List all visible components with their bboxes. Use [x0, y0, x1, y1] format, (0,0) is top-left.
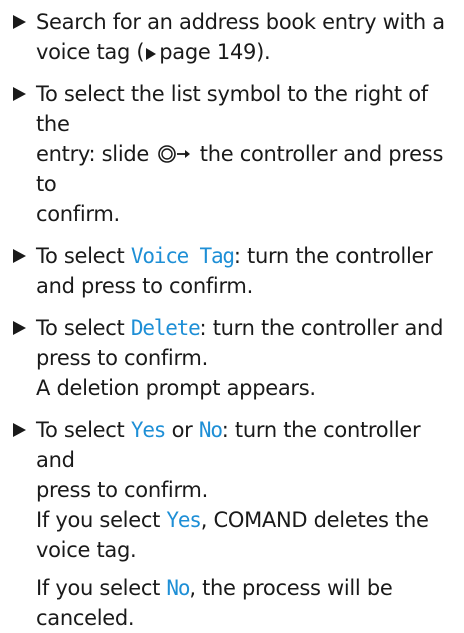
step-4-line-2: press to confirm.	[36, 346, 208, 370]
step-3-line-2: and press to confirm.	[36, 274, 253, 298]
step-1-text-pre: voice tag (	[36, 40, 145, 64]
step-4-text-pre: To select	[36, 316, 125, 340]
voice-tag-menu-item: Voice Tag	[130, 244, 235, 268]
step-5-no-paragraph: If you select No, the process will be ca…	[36, 573, 452, 633]
instruction-page: Search for an address book entry with a …	[0, 0, 464, 630]
step-1-line-2: voice tag ( page 149).	[36, 37, 452, 67]
step-search-entry: Search for an address book entry with a …	[12, 7, 452, 67]
step-5-line-3: If you select Yes, COMAND deletes the	[36, 505, 452, 535]
step-2-text-pre: entry: slide	[36, 142, 150, 166]
step-5-yes-post: , COMAND deletes the	[200, 508, 429, 532]
yes-option: Yes	[130, 418, 167, 442]
step-1-text-post: ).	[256, 40, 271, 64]
step-5-line-4: voice tag.	[36, 538, 137, 562]
step-2-line-1: To select the list symbol to the right o…	[36, 82, 428, 136]
page-reference-arrow-icon	[146, 48, 157, 60]
triangle-bullet-icon	[13, 15, 26, 29]
step-select-list-symbol: To select the list symbol to the right o…	[12, 79, 452, 229]
yes-option-ref: Yes	[166, 508, 202, 532]
step-5-text-pre: To select	[36, 418, 125, 442]
step-1-line-1: Search for an address book entry with a	[36, 10, 445, 34]
triangle-bullet-icon	[13, 87, 26, 101]
step-5-no-pre: If you select	[36, 576, 161, 600]
step-select-yes-no: To select Yes or No: turn the controller…	[12, 415, 452, 633]
step-5-no-line-1: If you select No, the process will be	[36, 573, 452, 603]
page-reference-link[interactable]: page 149	[159, 40, 256, 64]
step-4-result: A deletion prompt appears.	[36, 376, 316, 400]
step-2-line-2: entry: slide the controller and press to	[36, 139, 452, 199]
step-3-text-post: : turn the controller	[233, 244, 433, 268]
step-select-delete: To select Delete: turn the controller an…	[12, 313, 452, 403]
step-5-yes-pre: If you select	[36, 508, 161, 532]
no-option: No	[198, 418, 223, 442]
no-option-ref: No	[166, 576, 190, 600]
step-2-line-3: confirm.	[36, 202, 120, 226]
step-3-text-pre: To select	[36, 244, 125, 268]
step-select-voice-tag: To select Voice Tag: turn the controller…	[12, 241, 452, 301]
controller-slide-right-icon	[158, 145, 191, 163]
step-5-line-1: To select Yes or No: turn the controller…	[36, 415, 452, 475]
step-5-text-or: or	[171, 418, 193, 442]
triangle-bullet-icon	[13, 423, 26, 437]
step-4-line-1: To select Delete: turn the controller an…	[36, 313, 452, 343]
step-3-line-1: To select Voice Tag: turn the controller	[36, 241, 452, 271]
step-5-no-line-2: canceled.	[36, 606, 135, 630]
triangle-bullet-icon	[13, 249, 26, 263]
step-4-text-post: : turn the controller and	[199, 316, 444, 340]
delete-menu-item: Delete	[130, 316, 201, 340]
step-5-no-post: , the process will be	[189, 576, 393, 600]
triangle-bullet-icon	[13, 321, 26, 335]
